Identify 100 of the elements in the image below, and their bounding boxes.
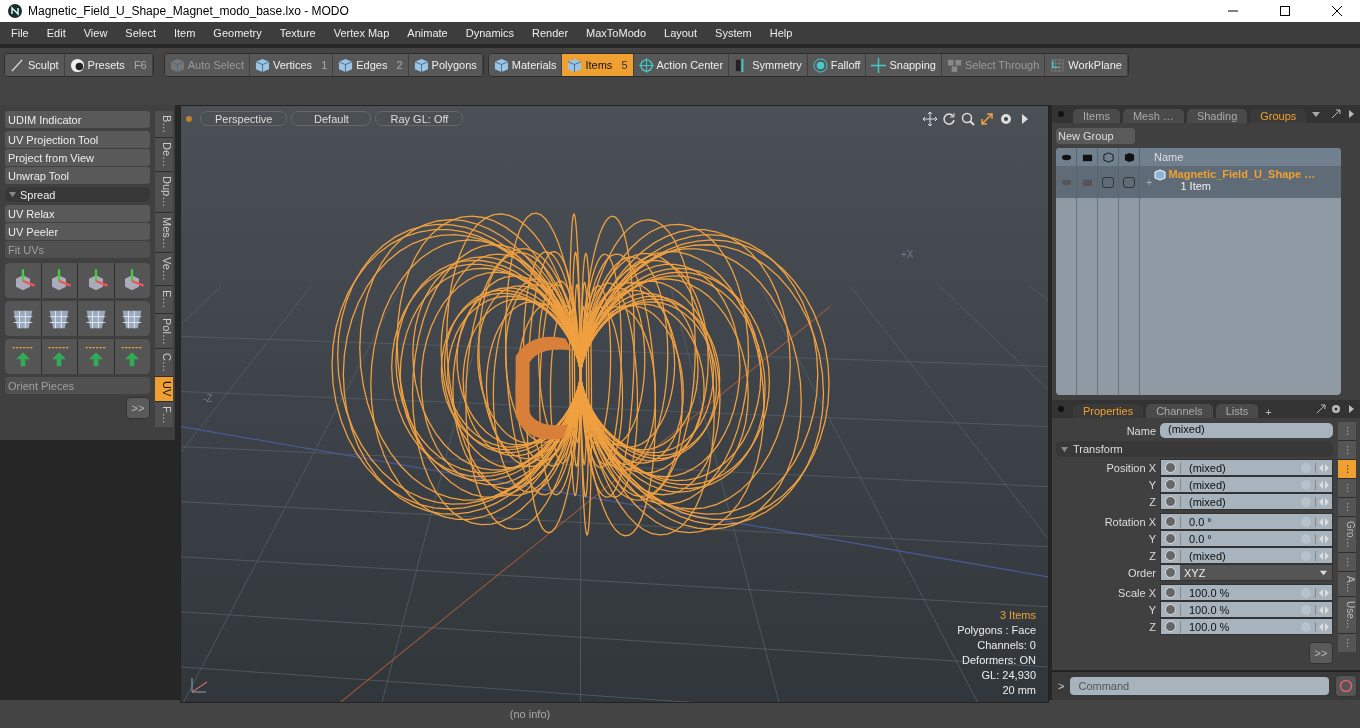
channel-radio[interactable] [1165, 550, 1176, 561]
panel-tab[interactable]: Channels [1146, 404, 1213, 418]
collapse-triangle-icon[interactable] [1061, 445, 1068, 453]
menu-item[interactable]: Dynamics [456, 27, 523, 39]
menu-item[interactable]: Texture [270, 27, 325, 39]
panel-tab[interactable]: … [1338, 498, 1356, 516]
menu-item[interactable]: Layout [655, 27, 707, 39]
uv-tool-button[interactable] [114, 339, 150, 374]
pan-icon[interactable] [923, 112, 937, 126]
viewport-dot-icon[interactable] [186, 115, 192, 122]
panel-tab[interactable]: … [1338, 441, 1356, 459]
panel-tab[interactable]: UV [155, 377, 173, 401]
tool-button[interactable]: UDIM Indicator [5, 111, 150, 128]
slider-arrows-icon[interactable] [1315, 479, 1332, 490]
value-field[interactable]: (mixed) [1180, 495, 1301, 508]
panel-tab[interactable]: Mesh … [1122, 109, 1184, 123]
expand-icon[interactable] [1331, 109, 1341, 119]
panel-tab[interactable]: Shading [1186, 109, 1248, 123]
channel-radio[interactable] [1165, 462, 1176, 473]
new-group-button[interactable]: New Group [1056, 128, 1135, 144]
panel-dot-icon[interactable] [1058, 406, 1064, 412]
toolbar-button[interactable]: Materials [488, 54, 563, 76]
more-button[interactable]: >> [126, 397, 150, 419]
panel-tab[interactable]: Gro… [1338, 517, 1356, 552]
value-field[interactable]: 100.0 % [1180, 603, 1301, 616]
collapse-triangle-icon[interactable] [9, 191, 16, 198]
uv-tool-button[interactable] [114, 301, 150, 336]
value-field[interactable]: 0.0 ° [1180, 532, 1301, 545]
slider-arrows-icon[interactable] [1315, 604, 1332, 615]
settings-icon[interactable] [999, 112, 1013, 126]
name-field[interactable]: (mixed) [1160, 423, 1333, 438]
expand-icon[interactable] [980, 112, 994, 126]
menu-item[interactable]: Animate [398, 27, 457, 39]
panel-tab[interactable]: … [1338, 634, 1356, 653]
value-field[interactable]: 100.0 % [1180, 586, 1301, 599]
panel-tab[interactable]: Mes… [155, 212, 173, 253]
dropdown-icon[interactable] [1311, 109, 1322, 119]
triangle-right-icon[interactable] [1346, 109, 1356, 119]
panel-tab[interactable]: Groups [1250, 109, 1307, 123]
uv-tool-button[interactable] [41, 339, 77, 374]
menu-item[interactable]: Edit [37, 27, 75, 39]
panel-tab[interactable]: Pol… [155, 313, 173, 349]
menu-item[interactable]: File [2, 27, 38, 39]
menu-item[interactable]: Select [116, 27, 165, 39]
channel-radio[interactable] [1165, 567, 1176, 578]
uv-tool-button[interactable] [41, 263, 77, 298]
slider-arrows-icon[interactable] [1315, 533, 1332, 544]
checkbox[interactable] [1102, 176, 1114, 188]
rotate-icon[interactable] [942, 112, 956, 126]
toolbar-button[interactable]: Sculpt [5, 54, 65, 76]
close-icon[interactable] [1331, 5, 1343, 17]
search-icon[interactable] [961, 112, 975, 126]
slider-arrows-icon[interactable] [1315, 587, 1332, 598]
uv-tool-button[interactable] [41, 301, 77, 336]
uv-tool-button[interactable] [78, 301, 114, 336]
group-row[interactable]: + Magnetic_Field_U_Shape … 1 Item [1056, 166, 1341, 198]
viewport-option-button[interactable]: Perspective [200, 111, 288, 126]
settings-icon[interactable] [1331, 404, 1341, 414]
channel-radio[interactable] [1165, 621, 1176, 632]
tool-button[interactable]: Project from View [5, 149, 150, 166]
slider-arrows-icon[interactable] [1315, 496, 1332, 507]
viewport-option-button[interactable]: Ray GL: Off [375, 111, 464, 126]
viewport-option-button[interactable]: Default [291, 111, 372, 126]
panel-tab[interactable]: Properties [1073, 404, 1144, 418]
panel-tab[interactable]: … [1338, 460, 1356, 478]
command-field[interactable]: Command [1070, 677, 1329, 695]
record-button[interactable] [1335, 675, 1357, 697]
expand-icon[interactable] [1316, 404, 1326, 414]
channel-radio[interactable] [1165, 587, 1176, 598]
panel-tab[interactable]: … [1338, 422, 1356, 440]
menu-item[interactable]: Vertex Map [324, 27, 399, 39]
slider-arrows-icon[interactable] [1315, 550, 1332, 561]
uv-tool-button[interactable] [114, 263, 150, 298]
menu-item[interactable]: Help [760, 27, 802, 39]
panel-tab[interactable]: Dup… [155, 172, 173, 212]
channel-radio[interactable] [1165, 496, 1176, 507]
menu-item[interactable]: Item [164, 27, 205, 39]
value-field[interactable]: (mixed) [1180, 549, 1301, 562]
slider-arrows-icon[interactable] [1315, 516, 1332, 527]
tool-button[interactable]: Unwrap Tool [5, 167, 150, 184]
panel-tab[interactable]: Lists [1215, 404, 1259, 418]
tool-button[interactable]: UV Peeler [5, 223, 150, 240]
triangle-right-icon[interactable] [1346, 404, 1356, 414]
section-header[interactable]: Transform [1056, 441, 1333, 457]
panel-tab[interactable]: E… [155, 286, 173, 313]
panel-tab[interactable]: C… [155, 349, 173, 377]
channel-radio[interactable] [1165, 533, 1176, 544]
menu-item[interactable]: MaxToModo [577, 27, 655, 39]
panel-tab[interactable]: A… [1338, 571, 1356, 597]
panel-tab[interactable]: De… [155, 138, 173, 172]
menu-item[interactable]: Render [523, 27, 578, 39]
section-header[interactable]: Spread [5, 187, 150, 202]
slider-arrows-icon[interactable] [1315, 621, 1332, 632]
panel-tab[interactable]: F… [155, 401, 173, 428]
menu-item[interactable]: System [706, 27, 761, 39]
order-dropdown[interactable]: XYZ [1180, 565, 1332, 580]
value-field[interactable]: 0.0 ° [1180, 515, 1301, 528]
panel-tab[interactable]: B… [155, 111, 173, 138]
value-field[interactable]: (mixed) [1180, 461, 1301, 474]
menu-item[interactable]: View [74, 27, 117, 39]
